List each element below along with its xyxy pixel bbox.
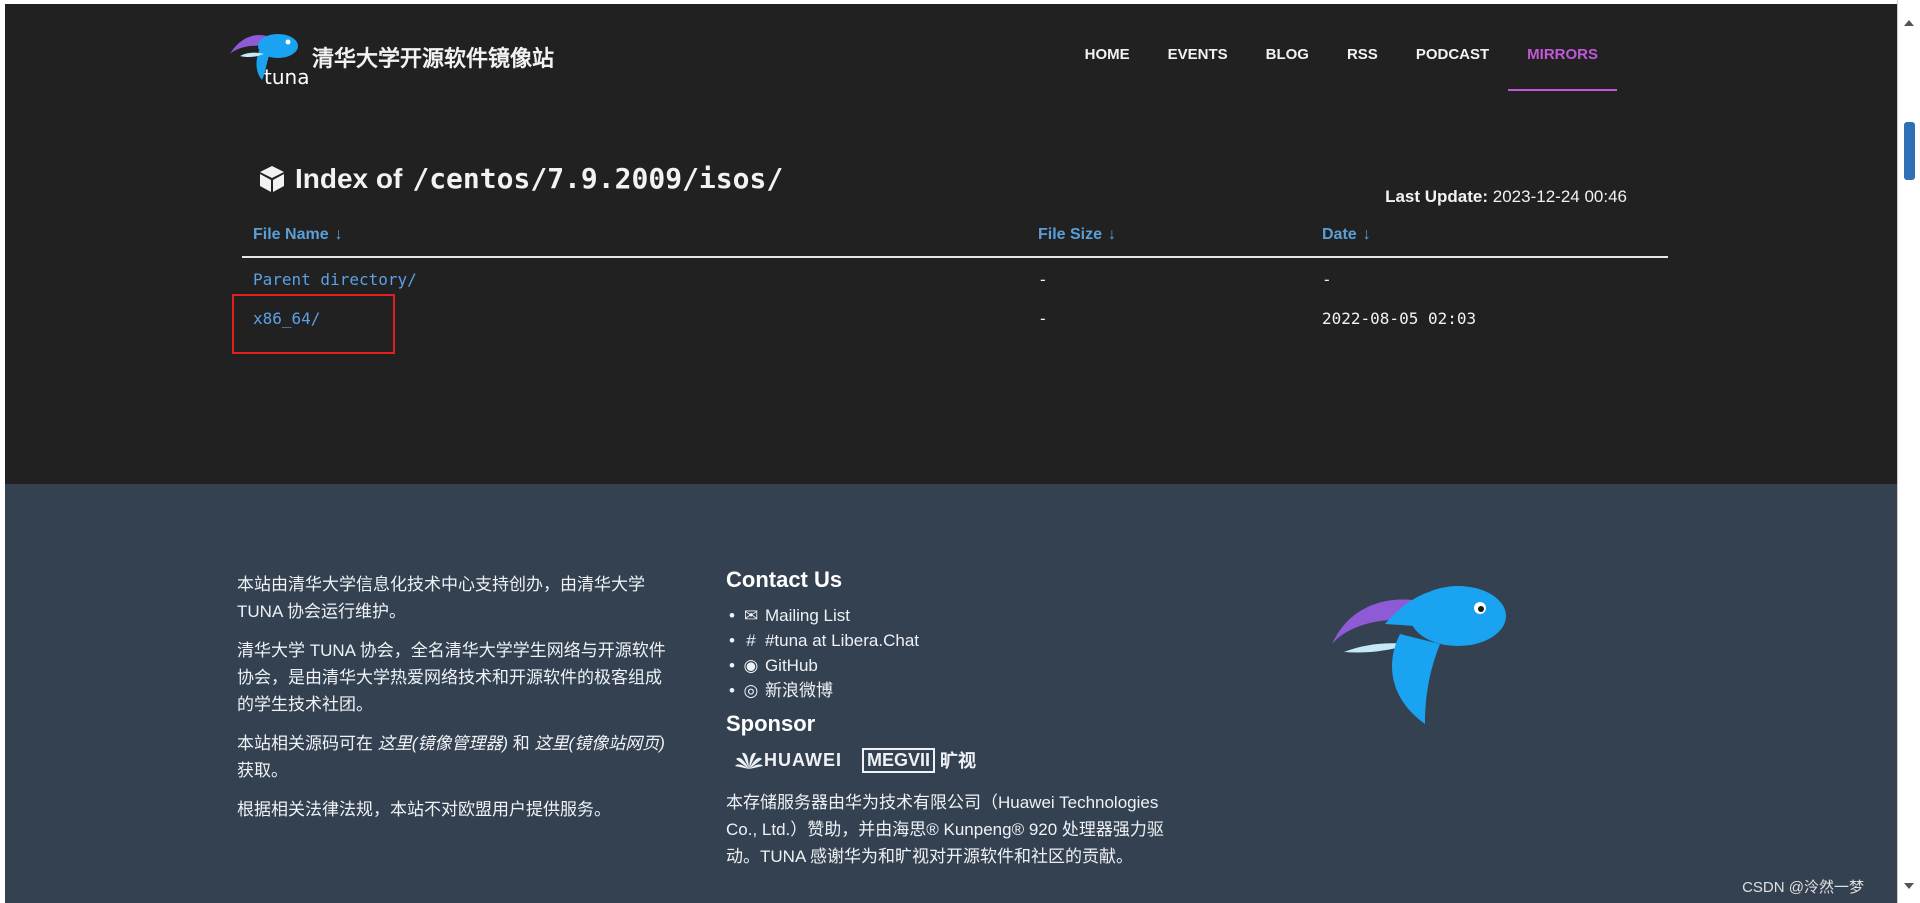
index-label: Index of	[295, 162, 403, 194]
github-icon: ◉	[743, 656, 759, 675]
main-section: tuna 清华大学开源软件镜像站 HOME EVENTS BLOG RSS PO…	[5, 4, 1897, 484]
column-label: File Size	[1038, 226, 1103, 243]
contact-section: Contact Us • ✉ Mailing List • # #tuna at…	[726, 567, 1206, 870]
last-update: Last Update: 2023-12-24 00:46	[1385, 187, 1627, 207]
brand[interactable]: tuna 清华大学开源软件镜像站	[220, 22, 554, 92]
huawei-logo[interactable]: HUAWEI	[734, 749, 842, 771]
footer: 本站由清华大学信息化技术中心支持创办，由清华大学 TUNA 协会运行维护。 清华…	[5, 484, 1897, 903]
about-section: 本站由清华大学信息化技术中心支持创办，由清华大学 TUNA 协会运行维护。 清华…	[237, 571, 677, 835]
table-header-row: File Name ↓ File Size ↓ Date ↓	[242, 217, 1668, 258]
scroll-down-icon[interactable]	[1904, 883, 1914, 889]
nav-events[interactable]: EVENTS	[1149, 26, 1247, 91]
contact-label: 新浪微博	[764, 681, 833, 700]
last-update-label: Last Update:	[1385, 187, 1489, 206]
sort-arrow-icon: ↓	[334, 226, 343, 243]
logo-text: tuna	[264, 65, 309, 89]
legal-paragraph: 根据相关法律法规，本站不对欧盟用户提供服务。	[237, 800, 611, 819]
sponsor-text: 本存储服务器由华为技术有限公司（Huawei Technologies Co.,…	[726, 793, 1164, 866]
envelope-icon: ✉	[743, 606, 759, 625]
source-prefix: 本站相关源码可在	[237, 734, 373, 753]
nav-blog[interactable]: BLOG	[1247, 26, 1328, 91]
tuna-footer-logo-icon	[1332, 586, 1506, 724]
scrollbar[interactable]	[1897, 0, 1920, 903]
about-paragraph: 本站由清华大学信息化技术中心支持创办，由清华大学 TUNA 协会运行维护。	[237, 575, 645, 621]
contact-item-mailing-list[interactable]: • ✉ Mailing List	[726, 603, 1206, 628]
sort-arrow-icon: ↓	[1362, 226, 1371, 243]
file-name-cell: Parent directory/	[242, 257, 1027, 297]
watermark: CSDN @泠然一梦	[1742, 879, 1864, 896]
huawei-flower-icon	[735, 752, 763, 769]
table-row: Parent directory/ - -	[242, 257, 1668, 297]
contact-item-irc[interactable]: • # #tuna at Libera.Chat	[726, 628, 1206, 653]
about-paragraph: 清华大学 TUNA 协会，全名清华大学学生网络与开源软件协会，是由清华大学热爱网…	[237, 641, 666, 714]
parent-directory-link[interactable]: Parent directory/	[253, 270, 417, 289]
page-title: Index of /centos/7.9.2009/isos/	[257, 162, 783, 195]
contact-item-weibo[interactable]: • ◎ 新浪微博	[726, 678, 1206, 703]
bullet-icon: •	[729, 681, 735, 700]
last-update-value: 2023-12-24 00:46	[1492, 187, 1627, 206]
mirror-web-link[interactable]: 这里(镜像站网页)	[535, 734, 665, 753]
column-header-file-size[interactable]: File Size ↓	[1027, 217, 1311, 258]
scroll-up-icon[interactable]	[1904, 20, 1914, 26]
sponsor-logos: HUAWEI MEGVII 旷视	[734, 747, 1206, 773]
tuna-logo-icon: tuna	[230, 34, 309, 89]
cube-icon	[260, 165, 284, 192]
index-path: /centos/7.9.2009/isos/	[412, 162, 784, 195]
browser-viewport: tuna 清华大学开源软件镜像站 HOME EVENTS BLOG RSS PO…	[0, 0, 1920, 903]
annotation-highlight-box	[232, 294, 395, 354]
contact-label: Mailing List	[764, 606, 850, 625]
scroll-thumb[interactable]	[1904, 122, 1915, 180]
contact-label: #tuna at Libera.Chat	[764, 631, 920, 650]
megvii-logo[interactable]: MEGVII 旷视	[862, 747, 976, 773]
column-label: Date	[1322, 226, 1357, 243]
date-cell: -	[1322, 270, 1332, 289]
contact-label: GitHub	[764, 656, 818, 675]
contact-list: • ✉ Mailing List • # #tuna at Libera.Cha…	[726, 603, 1206, 703]
table-row: x86_64/ - 2022-08-05 02:03	[242, 297, 1668, 336]
megvii-cn-wordmark: 旷视	[940, 751, 977, 771]
nav-home[interactable]: HOME	[1066, 26, 1149, 91]
bullet-icon: •	[729, 631, 735, 650]
column-label: File Name	[253, 226, 329, 243]
contact-title: Contact Us	[726, 567, 843, 592]
page: tuna 清华大学开源软件镜像站 HOME EVENTS BLOG RSS PO…	[5, 4, 1897, 903]
nav-rss[interactable]: RSS	[1328, 26, 1397, 91]
bullet-icon: •	[729, 656, 735, 675]
nav-mirrors[interactable]: MIRRORS	[1508, 26, 1617, 91]
weibo-icon: ◎	[743, 681, 759, 700]
file-size-cell: -	[1038, 309, 1048, 328]
bullet-icon: •	[729, 606, 735, 625]
sort-arrow-icon: ↓	[1108, 226, 1117, 243]
column-header-file-name[interactable]: File Name ↓	[242, 217, 1027, 258]
source-suffix: 获取。	[237, 761, 288, 780]
column-header-date[interactable]: Date ↓	[1311, 217, 1668, 258]
file-table: File Name ↓ File Size ↓ Date ↓ Parent direc…	[242, 217, 1668, 336]
source-paragraph: 本站相关源码可在 这里(镜像管理器) 和 这里(镜像站网页) 获取。	[237, 730, 677, 784]
megvii-wordmark: MEGVII	[862, 747, 936, 773]
date-cell: 2022-08-05 02:03	[1322, 309, 1477, 328]
contact-item-github[interactable]: • ◉ GitHub	[726, 653, 1206, 678]
file-size-cell: -	[1038, 270, 1048, 289]
huawei-wordmark: HUAWEI	[764, 749, 842, 770]
nav-podcast[interactable]: PODCAST	[1397, 26, 1508, 91]
mirror-manager-link[interactable]: 这里(镜像管理器)	[378, 734, 508, 753]
source-and: 和	[512, 734, 530, 753]
hashtag-icon: #	[746, 631, 756, 650]
sponsor-title: Sponsor	[726, 711, 816, 736]
site-title[interactable]: 清华大学开源软件镜像站	[312, 41, 554, 73]
top-nav: HOME EVENTS BLOG RSS PODCAST MIRRORS	[1066, 26, 1617, 91]
